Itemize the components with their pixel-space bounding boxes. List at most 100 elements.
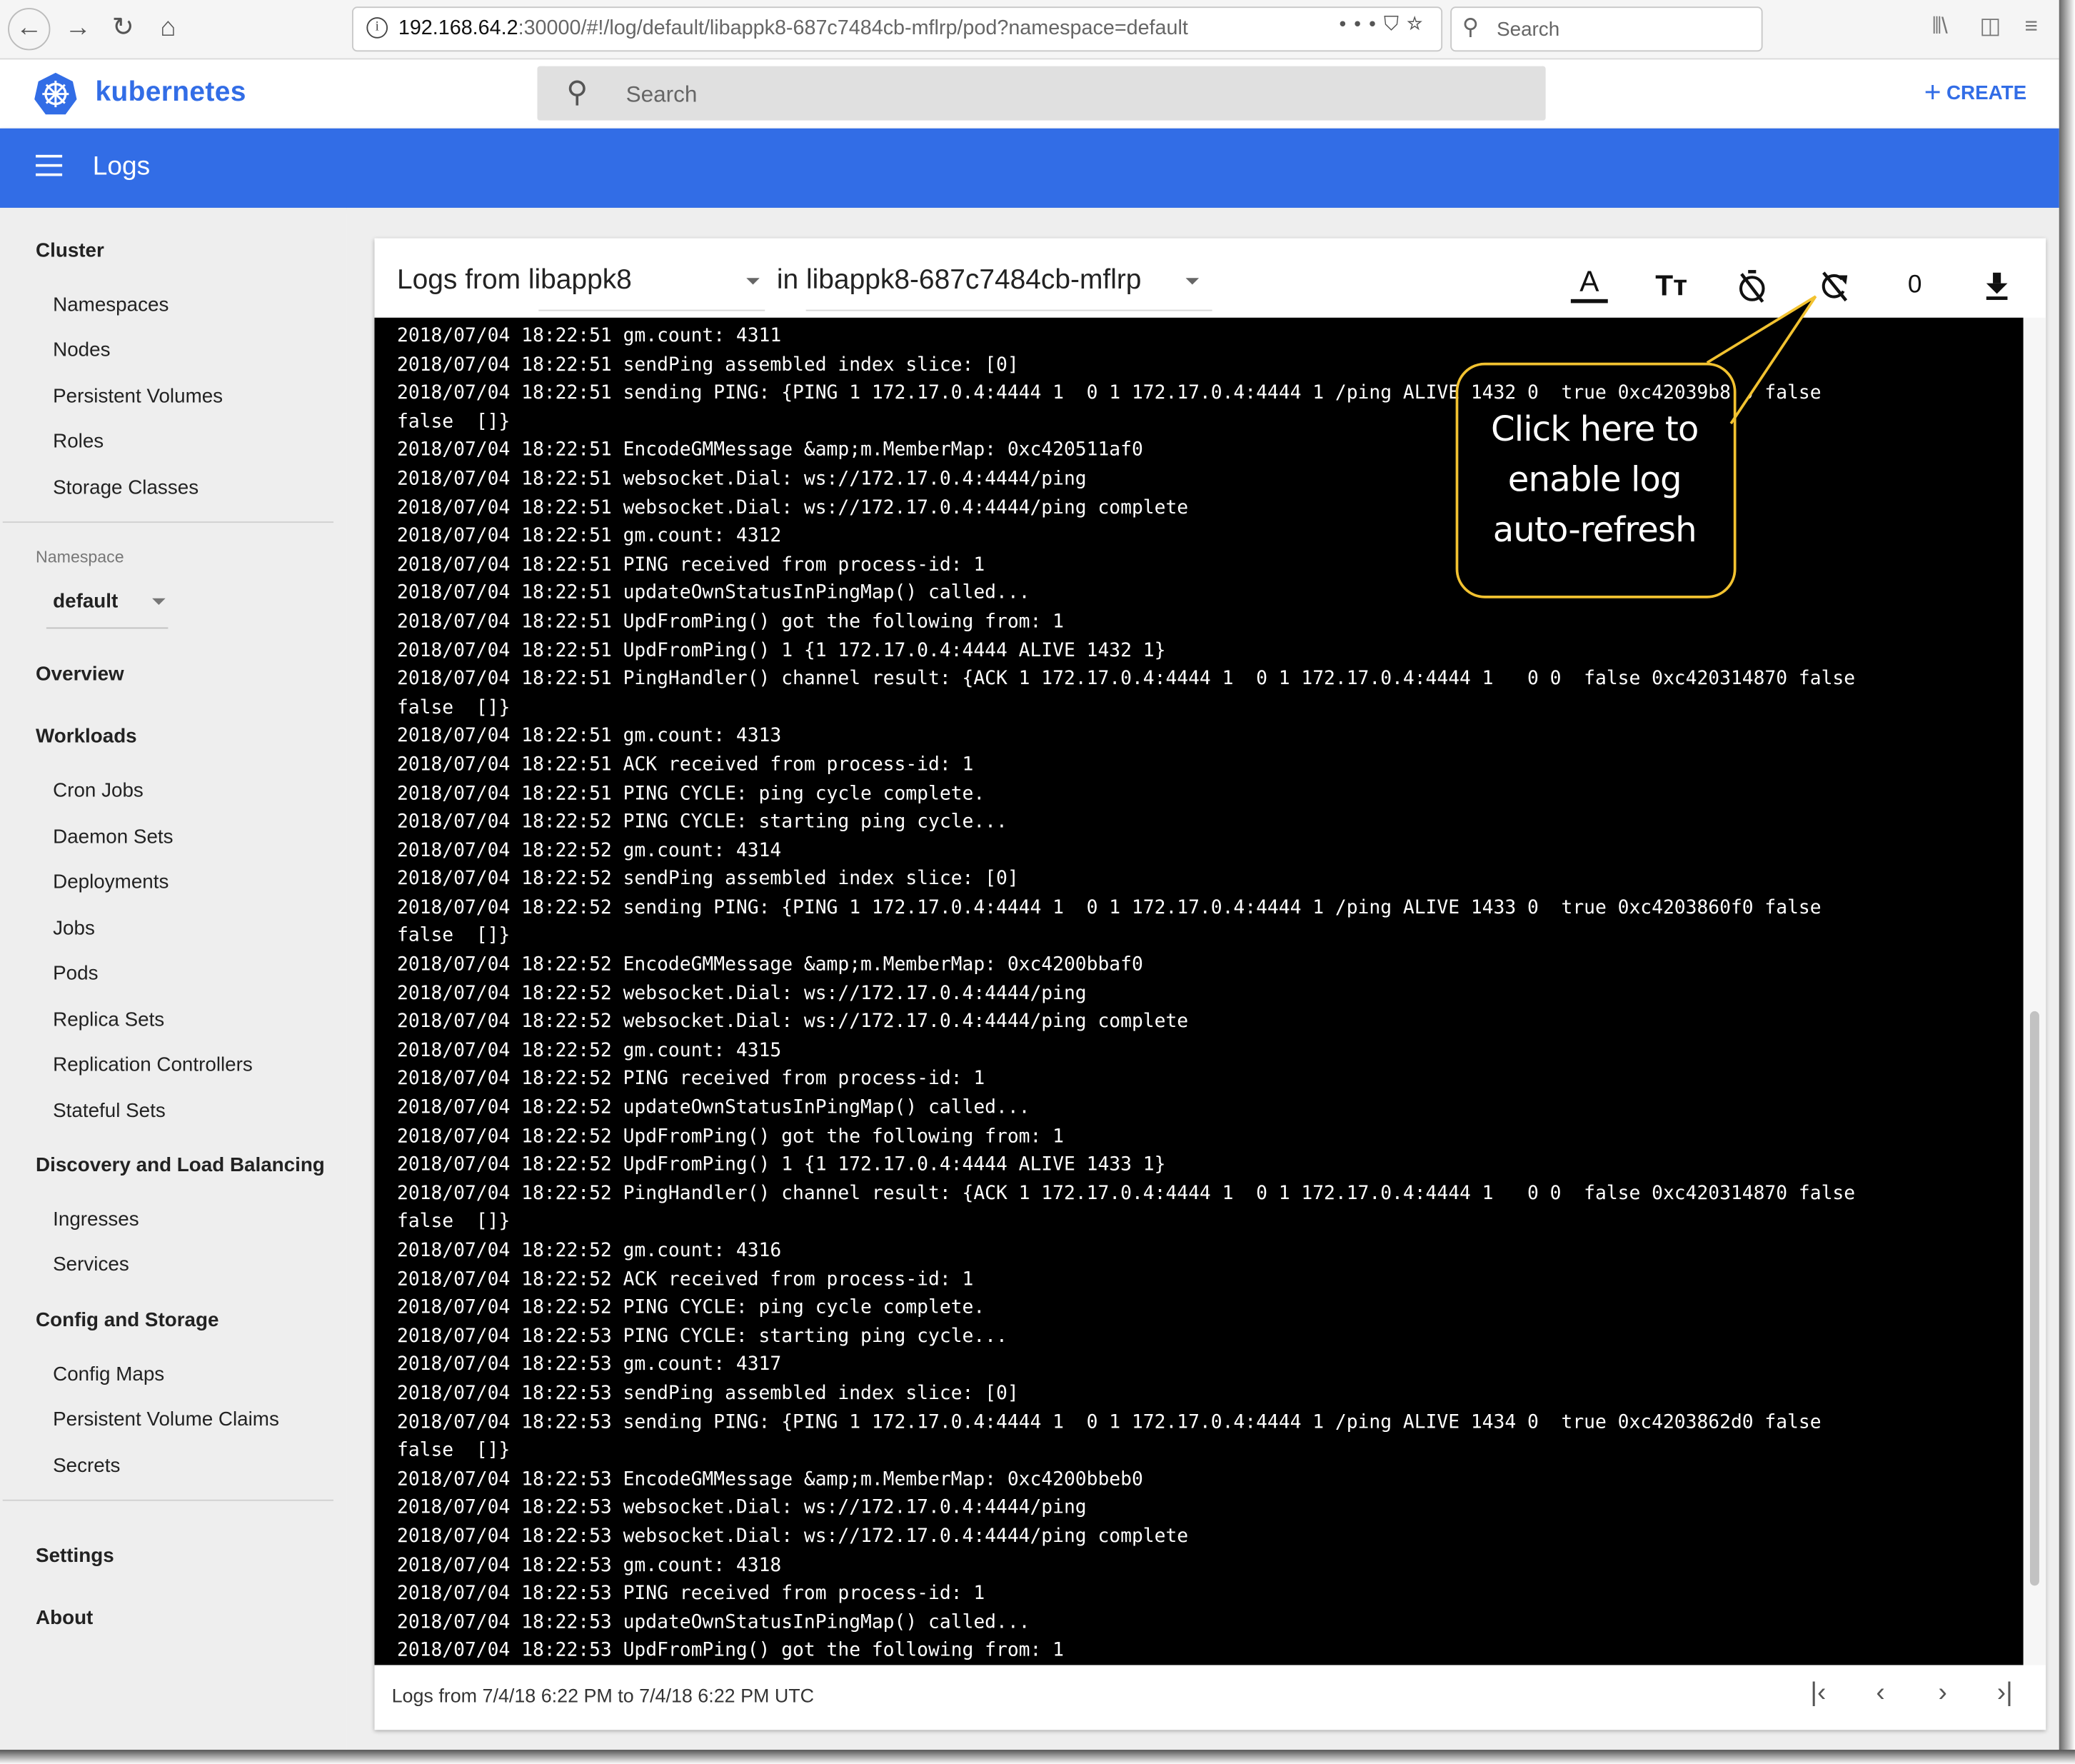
browser-search-placeholder: Search: [1497, 18, 1560, 41]
sidebar-item-about[interactable]: About: [36, 1607, 93, 1630]
create-label: CREATE: [1946, 81, 2027, 105]
url-actions: •••⛉☆: [1339, 14, 1430, 36]
site-info-icon[interactable]: i: [366, 17, 388, 39]
sidebar-toggle-icon[interactable]: ◫: [1980, 14, 2001, 40]
sidebar-item-overview[interactable]: Overview: [36, 663, 124, 686]
log-line: 2018/07/04 18:22:52 sending PING: {PING …: [396, 897, 1822, 918]
sidebar-item-deployments[interactable]: Deployments: [53, 871, 169, 893]
page-actions-icon[interactable]: •••: [1339, 14, 1384, 36]
forward-button[interactable]: →: [59, 8, 99, 48]
log-line: 2018/07/04 18:22:52 updateOwnStatusInPin…: [396, 1097, 1030, 1119]
address-bar[interactable]: i 192.168.64.2:30000/#!/log/default/liba…: [351, 6, 1443, 52]
app-search-input[interactable]: ⚲ Search: [537, 66, 1546, 121]
sidebar-workloads-heading[interactable]: Workloads: [36, 726, 137, 748]
bookmark-star-icon[interactable]: ☆: [1407, 14, 1430, 36]
sidebar-item-replication-controllers[interactable]: Replication Controllers: [53, 1053, 253, 1076]
menu-icon[interactable]: ≡: [2025, 14, 2038, 40]
log-line: 2018/07/04 18:22:52 gm.count: 4316: [396, 1240, 782, 1262]
timestamps-toggle-button[interactable]: [1731, 265, 1773, 307]
last-page-button[interactable]: ›|: [1989, 1678, 2021, 1709]
reload-button[interactable]: ↻: [104, 8, 144, 48]
log-line: 2018/07/04 18:22:51 gm.count: 4313: [396, 726, 782, 747]
log-line: 2018/07/04 18:22:52 EncodeGMMessage &amp…: [396, 954, 1143, 976]
log-line: 2018/07/04 18:22:52 PingHandler() channe…: [396, 1183, 1856, 1205]
dropdown-arrow-icon: [746, 278, 760, 285]
log-line: 2018/07/04 18:22:52 UpdFromPing() got th…: [396, 1126, 1064, 1148]
dropdown-arrow-icon: [152, 598, 166, 605]
log-line: 2018/07/04 18:22:52 PING CYCLE: starting…: [396, 811, 1008, 833]
sidebar-item-persistent-volumes[interactable]: Persistent Volumes: [53, 385, 223, 408]
sidebar-item-storage-classes[interactable]: Storage Classes: [53, 476, 199, 499]
container-select[interactable]: Logs from libappk8: [397, 257, 765, 311]
sidebar-item-pods[interactable]: Pods: [53, 962, 98, 985]
sidebar-config-heading[interactable]: Config and Storage: [36, 1309, 218, 1332]
log-line: 2018/07/04 18:22:51 UpdFromPing() got th…: [396, 611, 1064, 633]
callout-line: auto-refresh: [1492, 511, 1697, 551]
log-time-range: Logs from 7/4/18 6:22 PM to 7/4/18 6:22 …: [391, 1686, 815, 1708]
sidebar-item-settings[interactable]: Settings: [36, 1545, 114, 1568]
log-line: 2018/07/04 18:22:53 PING received from p…: [396, 1583, 985, 1605]
search-icon: ⚲: [566, 75, 588, 109]
library-icon[interactable]: ⫴\: [1932, 14, 1948, 40]
home-button[interactable]: ⌂: [149, 8, 189, 48]
log-line: 2018/07/04 18:22:52 websocket.Dial: ws:/…: [396, 983, 1087, 1005]
sidebar-item-ingresses[interactable]: Ingresses: [53, 1208, 139, 1231]
sidebar-divider: [2, 1499, 334, 1501]
log-line: 2018/07/04 18:22:53 updateOwnStatusInPin…: [396, 1611, 1030, 1633]
log-line: 2018/07/04 18:22:52 PING received from p…: [396, 1068, 985, 1091]
next-page-button[interactable]: ›: [1926, 1678, 1958, 1709]
container-select-value: Logs from libappk8: [396, 264, 632, 296]
namespace-select[interactable]: default: [46, 585, 169, 629]
log-count: 0: [1894, 265, 1936, 307]
previous-page-button[interactable]: ‹: [1864, 1678, 1896, 1709]
window-shadow: [2059, 0, 2075, 1764]
log-line: 2018/07/04 18:22:53 UpdFromPing() got th…: [396, 1640, 1064, 1662]
browser-search-field[interactable]: ⚲ Search: [1450, 6, 1763, 52]
sync-disabled-icon: [1822, 271, 1848, 302]
sidebar-item-services[interactable]: Services: [53, 1253, 129, 1276]
scrollbar-thumb[interactable]: [2029, 1011, 2039, 1586]
create-button[interactable]: + CREATE: [1924, 76, 2026, 110]
pod-select[interactable]: in libappk8-687c7484cb-mflrp: [777, 257, 1212, 311]
log-line: 2018/07/04 18:22:53 gm.count: 4317: [396, 1354, 782, 1376]
page-title: Logs: [92, 152, 151, 181]
sidebar-item-cron-jobs[interactable]: Cron Jobs: [53, 780, 144, 803]
font-size-button[interactable]: Tт: [1650, 265, 1692, 307]
log-line: 2018/07/04 18:22:52 gm.count: 4314: [396, 840, 782, 861]
sidebar-item-config-maps[interactable]: Config Maps: [53, 1363, 164, 1386]
auto-refresh-toggle-button[interactable]: [1813, 265, 1855, 307]
sidebar-item-jobs[interactable]: Jobs: [53, 917, 95, 940]
sidebar-item-namespaces[interactable]: Namespaces: [53, 294, 169, 316]
pocket-icon[interactable]: ⛉: [1384, 14, 1407, 36]
text-color-button[interactable]: A: [1568, 265, 1610, 307]
hamburger-menu-icon[interactable]: [36, 154, 63, 183]
dropdown-arrow-icon: [1185, 278, 1200, 285]
sidebar-item-roles[interactable]: Roles: [53, 430, 104, 453]
log-line: 2018/07/04 18:22:51 gm.count: 4311: [396, 325, 782, 347]
log-line: 2018/07/04 18:22:52 gm.count: 4315: [396, 1040, 782, 1062]
log-line: 2018/07/04 18:22:53 EncodeGMMessage &amp…: [396, 1468, 1143, 1490]
log-line: 2018/07/04 18:22:52 websocket.Dial: ws:/…: [396, 1011, 1189, 1033]
log-line: 2018/07/04 18:22:53 sendPing assembled i…: [396, 1383, 1019, 1405]
sidebar-discovery-heading[interactable]: Discovery and Load Balancing: [36, 1154, 325, 1177]
sidebar-item-persistent-volume-claims[interactable]: Persistent Volume Claims: [53, 1408, 279, 1431]
logs-card-header: Logs from libappk8 in libappk8-687c7484c…: [374, 239, 2046, 318]
kubernetes-logo-icon[interactable]: [34, 71, 77, 116]
sidebar-item-daemon-sets[interactable]: Daemon Sets: [53, 826, 173, 848]
pod-select-value: in libappk8-687c7484cb-mflrp: [776, 264, 1142, 296]
sidebar-item-stateful-sets[interactable]: Stateful Sets: [53, 1100, 166, 1123]
sidebar-item-secrets[interactable]: Secrets: [53, 1455, 120, 1478]
log-scrollbar[interactable]: [2023, 317, 2046, 1665]
log-line: false []}: [396, 697, 511, 718]
sidebar-item-replica-sets[interactable]: Replica Sets: [53, 1008, 164, 1031]
download-button[interactable]: [1976, 265, 2018, 307]
brand-name[interactable]: kubernetes: [95, 76, 246, 108]
log-output[interactable]: 2018/07/04 18:22:51 gm.count: 4311 2018/0…: [374, 317, 2024, 1665]
first-page-button[interactable]: |‹: [1802, 1678, 1834, 1709]
back-button[interactable]: ←: [8, 8, 51, 51]
app-search-placeholder: Search: [625, 81, 698, 108]
sidebar-item-nodes[interactable]: Nodes: [53, 339, 110, 361]
log-line: false []}: [396, 1440, 511, 1462]
log-count-value: 0: [1907, 271, 1922, 299]
sidebar-cluster-heading[interactable]: Cluster: [36, 239, 104, 262]
